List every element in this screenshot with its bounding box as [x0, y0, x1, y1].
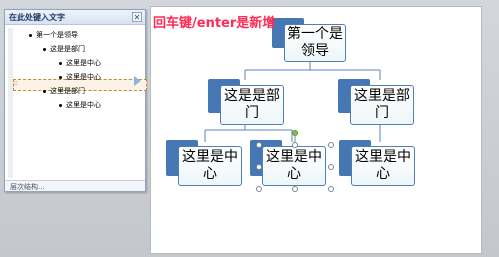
list-item[interactable]: 这里是中心: [59, 58, 101, 68]
list-item-text: 这里是中心: [66, 59, 101, 67]
bullet-icon: [59, 75, 62, 79]
list-item[interactable]: 这里是中心: [59, 72, 101, 82]
pane-scrollbar[interactable]: [8, 28, 13, 178]
text-pane-title: 在此处键入文字: [9, 13, 65, 22]
rotate-handle[interactable]: [292, 130, 298, 136]
expand-pane-icon[interactable]: [134, 76, 141, 86]
text-pane: 在此处键入文字 ✕ ⁝⁝ 第一个是领导 这是是部门 这里是中心 这里是中心 这里…: [4, 9, 147, 192]
list-item-text: 这里是中心: [66, 101, 101, 109]
resize-handle[interactable]: [292, 186, 298, 192]
list-item-text: 这是是部门: [50, 45, 85, 53]
list-item[interactable]: 这里是部门: [43, 86, 85, 96]
resize-handle[interactable]: [328, 142, 334, 148]
annotation-text: 回车键/enter是新增: [153, 16, 276, 31]
list-item[interactable]: 这是是部门: [43, 44, 85, 54]
bullet-icon: [43, 47, 46, 51]
resize-grip-icon[interactable]: ⁝⁝: [14, 80, 18, 87]
list-item-text: 第一个是领导: [36, 31, 78, 39]
resize-handle[interactable]: [328, 186, 334, 192]
bullet-icon: [59, 103, 62, 107]
resize-handle[interactable]: [256, 142, 262, 148]
footer-link[interactable]: 层次结构...: [10, 182, 45, 192]
resize-handle[interactable]: [256, 186, 262, 192]
text-pane-footer[interactable]: 层次结构...: [5, 180, 145, 191]
resize-handle[interactable]: [292, 142, 298, 148]
close-icon[interactable]: ✕: [132, 12, 142, 22]
list-item[interactable]: 第一个是领导: [29, 30, 78, 40]
resize-handle[interactable]: [328, 164, 334, 170]
list-item[interactable]: 这里是中心: [59, 100, 101, 110]
bullet-icon: [59, 61, 62, 65]
text-pane-header: 在此处键入文字 ✕: [5, 10, 145, 25]
list-item-text: 这里是部门: [50, 87, 85, 95]
list-item-text: 这里是中心: [66, 73, 101, 81]
resize-handle[interactable]: [256, 164, 262, 170]
bullet-icon: [29, 33, 32, 37]
bullet-icon: [43, 89, 46, 93]
